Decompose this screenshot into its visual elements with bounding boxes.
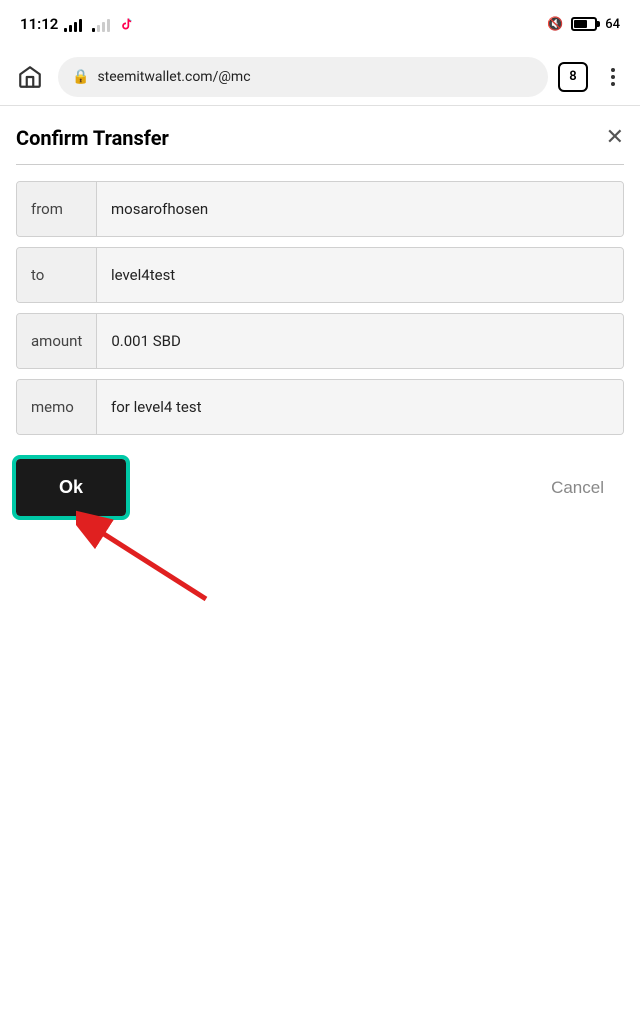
time-display: 11:12 [20,15,58,33]
amount-label: amount [17,314,97,368]
url-bar[interactable]: 🔒 steemitwallet.com/@mc [58,57,548,97]
status-right: 🔇 64 [547,17,620,32]
actions-row: Ok Cancel [16,459,624,516]
browser-bar: 🔒 steemitwallet.com/@mc 8 [0,48,640,106]
battery-percentage: 64 [605,17,620,32]
cancel-button[interactable]: Cancel [531,468,624,508]
amount-row: amount 0.001 SBD [16,313,624,369]
main-content: Confirm Transfer ✕ from mosarofhosen to … [0,106,640,536]
signal-bar-3 [74,22,77,32]
battery-icon [571,17,597,31]
dialog-header: Confirm Transfer ✕ [16,126,624,165]
signal-bars [64,16,82,32]
menu-button[interactable] [598,62,628,92]
to-label: to [17,248,97,302]
url-text: steemitwallet.com/@mc [97,69,250,85]
signal-bar-2 [69,25,72,32]
signal-bar-8 [107,19,110,32]
app-icon [116,13,138,35]
ok-button[interactable]: Ok [16,459,126,516]
memo-label: memo [17,380,97,434]
signal-bar-6 [97,25,100,32]
from-value: mosarofhosen [97,182,623,236]
lock-icon: 🔒 [72,69,89,85]
to-row: to level4test [16,247,624,303]
to-value: level4test [97,248,623,302]
home-button[interactable] [12,59,48,95]
signal-bars-2 [92,16,110,32]
close-button[interactable]: ✕ [606,127,624,149]
status-left: 11:12 [20,13,138,35]
battery-fill [574,20,587,28]
status-bar: 11:12 🔇 64 [0,0,640,48]
amount-value: 0.001 SBD [97,314,623,368]
signal-bar-4 [79,19,82,32]
signal-bar-1 [64,28,67,32]
signal-bar-5 [92,28,95,32]
memo-value: for level4 test [97,380,623,434]
arrow-annotation [76,509,236,609]
dot1 [611,68,615,72]
dot2 [611,75,615,79]
memo-row: memo for level4 test [16,379,624,435]
dot3 [611,82,615,86]
from-label: from [17,182,97,236]
dialog-title: Confirm Transfer [16,126,169,150]
signal-bar-7 [102,22,105,32]
ok-button-wrapper: Ok [16,459,126,516]
from-row: from mosarofhosen [16,181,624,237]
mute-icon: 🔇 [547,17,563,32]
tab-count[interactable]: 8 [558,62,588,92]
